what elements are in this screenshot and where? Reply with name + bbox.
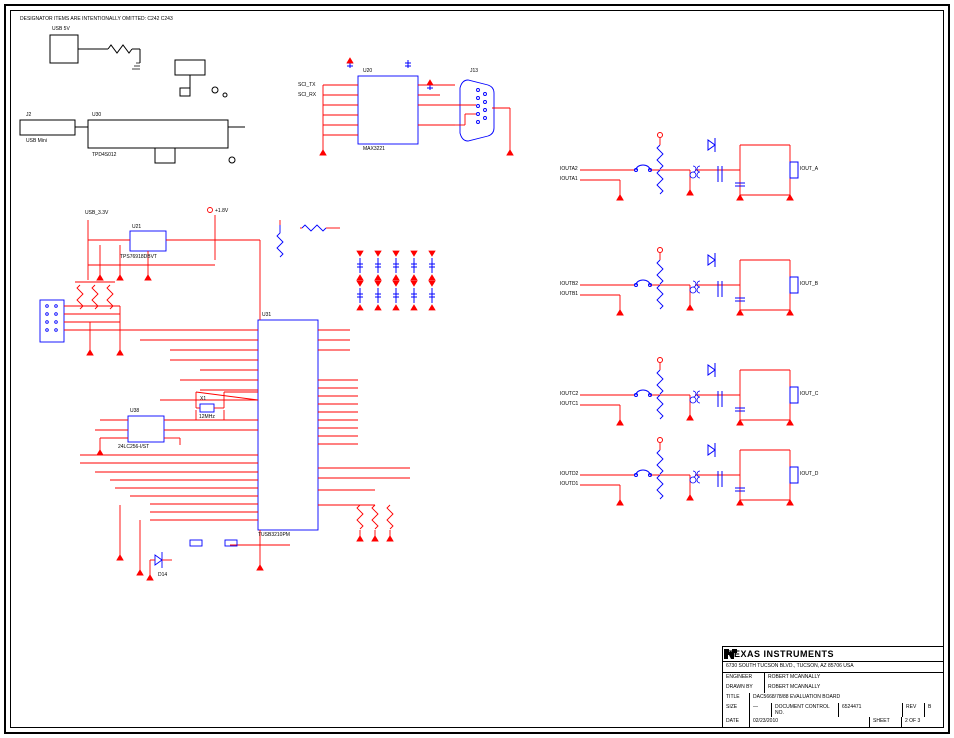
dac-b-inp: IOUTB2 xyxy=(560,281,578,287)
schematic-svg xyxy=(0,0,954,738)
eng-val: ROBERT MCANNALLY xyxy=(768,674,820,680)
title-address: 6730 SOUTH TUCSON BLVD., TUCSON, AZ 8570… xyxy=(723,662,943,673)
usb-ic-ref: U30 xyxy=(92,112,101,118)
i2c-ref: U38 xyxy=(130,408,139,414)
rs232-conn-ref: J13 xyxy=(470,68,478,74)
reg-part: TPS76918DBVT xyxy=(120,254,157,260)
rev-lbl: REV xyxy=(906,704,916,710)
usb-ic-part: TPD4S012 xyxy=(92,152,116,158)
dac-a-inn: IOUTA1 xyxy=(560,176,578,182)
eng-lbl: ENGINEER xyxy=(726,674,752,680)
drawn-lbl: DRAWN BY xyxy=(726,684,753,690)
dac-c-inp: IOUTC2 xyxy=(560,391,578,397)
dac-d-out: IOUT_D xyxy=(800,471,818,477)
dac-a-out: IOUT_A xyxy=(800,166,818,172)
rs232-ic-ref: U20 xyxy=(363,68,372,74)
dac-c-out: IOUT_C xyxy=(800,391,818,397)
size-val: — xyxy=(753,704,758,710)
dac-b-out: IOUT_B xyxy=(800,281,818,287)
doc-lbl: DOCUMENT CONTROL NO. xyxy=(775,704,829,716)
usb-conn-ref: J2 xyxy=(26,112,31,118)
xtal-val: 12MHz xyxy=(199,414,215,420)
ti-logo-icon xyxy=(723,647,739,661)
rs232-ic-part: MAX3221 xyxy=(363,146,385,152)
rs232-sigtx: SCI_TX xyxy=(298,82,316,88)
title-lbl: TITLE xyxy=(726,694,740,700)
size-lbl: SIZE xyxy=(726,704,737,710)
header-note: DESIGNATOR ITEMS ARE INTENTIONALLY OMITT… xyxy=(20,16,173,22)
rs232-sigrx: SCI_RX xyxy=(298,92,316,98)
title-val: DAC5668/78/88 EVALUATION BOARD xyxy=(753,694,840,700)
rev-val: B xyxy=(928,704,931,710)
ti-logo-text: TEXAS INSTRUMENTS xyxy=(728,649,834,659)
dac-d-inn: IOUTD1 xyxy=(560,481,578,487)
doc-val: 6524471 xyxy=(842,704,861,710)
mcu-3v3: USB_3.3V xyxy=(85,210,108,216)
sheet-lbl: SHEET xyxy=(873,718,890,724)
sheet-val: 2 OF 3 xyxy=(905,718,920,724)
mcu-ref: U31 xyxy=(262,312,271,318)
date-lbl: DATE xyxy=(726,718,739,724)
dac-d-inp: IOUTD2 xyxy=(560,471,578,477)
dac-c-inn: IOUTC1 xyxy=(560,401,578,407)
title-block: TEXAS INSTRUMENTS 6730 SOUTH TUCSON BLVD… xyxy=(722,646,944,728)
mcu-part: TUSB3210PM xyxy=(258,532,290,538)
usb-conn-type: USB Mini xyxy=(26,138,47,144)
dac-b-inn: IOUTB1 xyxy=(560,291,578,297)
xtal-ref: X1 xyxy=(200,396,206,402)
usb-5v-lbl: USB 5V xyxy=(52,26,70,32)
dac-a-inp: IOUTA2 xyxy=(560,166,578,172)
date-val: 02/23/2010 xyxy=(753,718,778,724)
mcu-1v8: +1.8V xyxy=(215,208,228,214)
led-ref: D14 xyxy=(158,572,167,578)
reg-ref: U21 xyxy=(132,224,141,230)
drawn-val: ROBERT MCANNALLY xyxy=(768,684,820,690)
i2c-part: 24LC256-I/ST xyxy=(118,444,149,450)
